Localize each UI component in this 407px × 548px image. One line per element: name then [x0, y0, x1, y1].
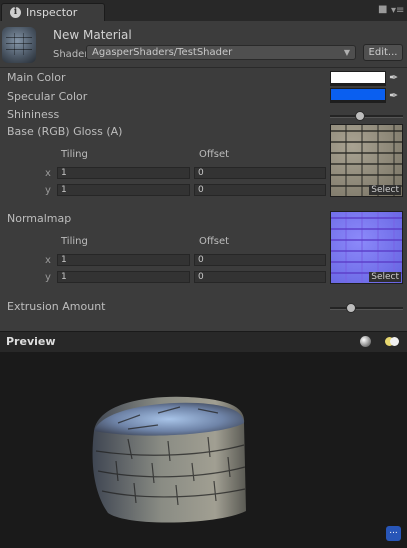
eyedropper-icon[interactable]: ✒ [389, 89, 402, 102]
normal-offset-x-field[interactable]: 0 [194, 254, 326, 266]
dropdown-arrow-icon: ▼ [343, 48, 350, 57]
shininess-slider[interactable] [330, 111, 403, 121]
extrusion-slider-knob[interactable] [346, 303, 356, 313]
main-color-label: Main Color [7, 71, 66, 84]
base-texture-select-button[interactable]: Select [369, 185, 401, 195]
material-name: New Material [53, 28, 132, 42]
material-thumbnail [2, 27, 36, 63]
base-texture-slot[interactable]: Select [330, 124, 403, 197]
preview-viewport[interactable]: ... [0, 353, 407, 548]
offset-label: Offset [199, 236, 230, 247]
main-color-swatch[interactable] [330, 71, 386, 86]
normalmap-label: Normalmap [7, 212, 72, 225]
preview-header: Preview [0, 331, 407, 353]
y-label: y [45, 185, 51, 196]
material-header: New Material Shader AgasperShaders/TestS… [0, 21, 407, 68]
specular-color-label: Specular Color [7, 90, 88, 103]
normal-tiling-y-field[interactable]: 1 [57, 271, 190, 283]
material-preview-model [92, 396, 246, 523]
tiling-label: Tiling [61, 149, 88, 160]
shininess-slider-knob[interactable] [355, 111, 365, 121]
sphere-preview-icon[interactable] [360, 336, 371, 347]
extrusion-label: Extrusion Amount [7, 300, 106, 313]
offset-label: Offset [199, 149, 230, 160]
tab-label: Inspector [26, 6, 78, 19]
x-label: x [45, 168, 51, 179]
normalmap-texture-slot[interactable]: Select [330, 211, 403, 284]
normal-offset-y-field[interactable]: 0 [194, 271, 326, 283]
menu-icon[interactable]: ▾≡ [391, 5, 405, 17]
shader-label: Shader [53, 49, 89, 60]
specular-color-swatch[interactable] [330, 88, 386, 103]
tab-inspector[interactable]: i Inspector [1, 3, 105, 21]
shader-value: AgasperShaders/TestShader [92, 47, 233, 58]
edit-shader-button[interactable]: Edit... [363, 44, 403, 61]
tab-bar: i Inspector ■ ▾≡ [0, 0, 407, 21]
shininess-label: Shininess [7, 108, 60, 121]
preview-title: Preview [6, 335, 56, 348]
base-texture-label: Base (RGB) Gloss (A) [7, 125, 123, 138]
normal-tiling-x-field[interactable]: 1 [57, 254, 190, 266]
base-offset-y-field[interactable]: 0 [194, 184, 326, 196]
tiling-label: Tiling [61, 236, 88, 247]
x-label: x [45, 255, 51, 266]
light-toggle-icon[interactable] [385, 337, 399, 347]
base-tiling-x-field[interactable]: 1 [57, 167, 190, 179]
lock-icon[interactable]: ■ [378, 4, 387, 16]
extrusion-slider[interactable] [330, 303, 403, 313]
info-icon: i [10, 7, 21, 18]
base-tiling-y-field[interactable]: 1 [57, 184, 190, 196]
shader-dropdown[interactable]: AgasperShaders/TestShader ▼ [86, 45, 356, 60]
normalmap-select-button[interactable]: Select [369, 272, 401, 282]
base-offset-x-field[interactable]: 0 [194, 167, 326, 179]
eyedropper-icon[interactable]: ✒ [389, 71, 402, 84]
more-options-button[interactable]: ... [386, 526, 401, 541]
y-label: y [45, 272, 51, 283]
